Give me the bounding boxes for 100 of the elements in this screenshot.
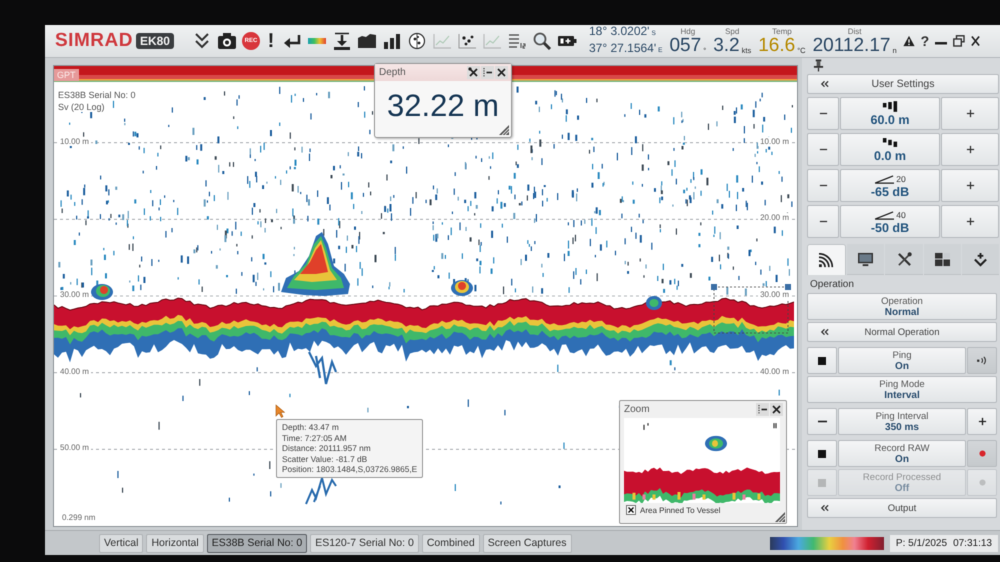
fish-school: [91, 284, 113, 300]
setting-button[interactable]: Operation Normal: [807, 293, 997, 320]
gain-button[interactable]: 20 -65 dB: [840, 169, 940, 202]
stop-button[interactable]: [807, 347, 837, 374]
view-tab[interactable]: Screen Captures: [482, 534, 572, 552]
fish-school: [451, 280, 473, 296]
toggle-button[interactable]: Ping On: [838, 347, 966, 374]
pin-icon[interactable]: [813, 59, 824, 72]
close-icon[interactable]: [495, 66, 508, 79]
depth-label: 30.00 m: [758, 290, 791, 299]
display-tab[interactable]: [847, 244, 884, 275]
fish-school: [281, 232, 350, 296]
date-label: P: 5/1/2025: [896, 538, 948, 548]
readout-value: 3.2: [713, 36, 740, 56]
alarm-button[interactable]: !: [264, 31, 277, 51]
resize-grip-icon[interactable]: [775, 512, 785, 522]
toggle-button[interactable]: Record RAW On: [838, 440, 966, 467]
square-icon: [818, 356, 826, 364]
record-dot-icon: [978, 479, 986, 486]
tools-icon: [896, 252, 912, 266]
product-badge: EK80: [136, 33, 174, 49]
dotted-dash-icon[interactable]: [756, 403, 769, 416]
plus-icon: [966, 145, 974, 154]
tools-tab[interactable]: [885, 244, 923, 275]
echogram-icon[interactable]: [356, 32, 377, 50]
dotted-dash-icon[interactable]: [481, 66, 494, 79]
square-icon: [818, 478, 826, 486]
zoom-area-frame[interactable]: [711, 284, 791, 334]
window-title: Depth: [379, 67, 406, 78]
install-tab[interactable]: [962, 244, 1000, 275]
view-tab[interactable]: Vertical: [99, 534, 144, 552]
resize-grip-icon[interactable]: [499, 125, 509, 135]
menu-button[interactable]: Output: [807, 498, 997, 518]
angle-icon: [874, 210, 896, 220]
dotted-circle-icon[interactable]: [406, 32, 427, 50]
fish-school: [646, 296, 662, 310]
depth-label: 20.00 m: [758, 213, 791, 222]
plus-icon: [966, 181, 974, 190]
checkbox-label: Area Pinned To Vessel: [640, 506, 720, 514]
pin-checkbox[interactable]: [626, 505, 636, 515]
close-icon[interactable]: [770, 403, 783, 416]
menu-button[interactable]: Normal Operation: [807, 322, 997, 342]
square-icon: [818, 450, 826, 458]
bar-chart-icon[interactable]: [382, 32, 402, 50]
scatter-dots-icon[interactable]: [456, 32, 477, 50]
channel-tag: GPT: [54, 69, 79, 81]
stop-button[interactable]: [807, 440, 837, 467]
setting-button[interactable]: Ping Mode Interval: [807, 376, 997, 403]
variable-label: Sv (20 Log): [57, 102, 106, 112]
arrow-to-line-icon[interactable]: [332, 32, 352, 50]
interval-button[interactable]: Ping Interval 350 ms: [838, 408, 966, 435]
readout-label: Hdg: [680, 26, 696, 36]
return-arrow-icon[interactable]: [282, 32, 302, 50]
cursor-icon: [275, 404, 285, 418]
view-tab[interactable]: ES38B Serial No: 0: [206, 534, 308, 552]
start-depth-button[interactable]: 0.0 m: [840, 133, 940, 166]
user-settings-button[interactable]: User Settings: [807, 74, 999, 94]
plus-icon: [966, 109, 974, 118]
brand-logo: SIMRAD: [55, 30, 133, 52]
readout-label: Temp: [772, 26, 792, 36]
search-icon[interactable]: [532, 32, 552, 50]
view-tab[interactable]: ES120-7 Serial No: 0: [310, 534, 419, 552]
time-label: 07:31:13: [953, 538, 992, 548]
help-button[interactable]: ?: [920, 33, 930, 49]
tools-icon[interactable]: [467, 66, 480, 79]
section-heading: Operation: [810, 279, 855, 290]
depth-label: 50.00 m: [58, 443, 91, 452]
sound-waves-icon: [976, 356, 988, 365]
readout-value: 16.6: [758, 36, 796, 56]
tooltip-line: Scatter Value: -81.7 dB: [282, 454, 368, 464]
view-tab[interactable]: Combined: [422, 534, 480, 552]
layout-tab[interactable]: [924, 244, 961, 275]
gain-button[interactable]: 40 -50 dB: [840, 205, 940, 238]
decrease-button[interactable]: [807, 408, 837, 435]
signal-tab[interactable]: [807, 244, 846, 275]
double-chevron-icon: [820, 504, 829, 512]
plus-icon: [978, 417, 986, 426]
signal-waves-icon: [818, 252, 836, 268]
restore-icon[interactable]: [953, 35, 966, 47]
plus-icon: [966, 217, 974, 226]
fish-school: [308, 350, 338, 386]
bars-icon: [882, 100, 898, 112]
tooltip-line: Time: 7:27:05 AM: [282, 432, 348, 444]
distance-label: 0.299 nm: [62, 513, 96, 522]
numbered-lines-icon[interactable]: [506, 32, 527, 50]
warning-icon[interactable]: [902, 35, 915, 47]
sound-button[interactable]: [967, 347, 997, 374]
record-button[interactable]: [967, 440, 997, 467]
readout-value: 20112.17: [812, 36, 890, 56]
close-icon[interactable]: [971, 35, 980, 47]
range-button[interactable]: 60.0 m: [840, 97, 940, 130]
view-tab[interactable]: Horizontal: [146, 534, 204, 552]
double-chevron-icon: [820, 80, 829, 88]
layout-grid-icon: [934, 252, 951, 266]
readout-label: Dist: [848, 26, 862, 36]
window-title: Zoom: [624, 404, 650, 415]
transducer-label: ES38B Serial No: 0: [57, 90, 137, 100]
camera-icon[interactable]: [216, 32, 237, 50]
record-dot-icon: [978, 450, 986, 457]
readout-label: Spd: [725, 26, 740, 36]
